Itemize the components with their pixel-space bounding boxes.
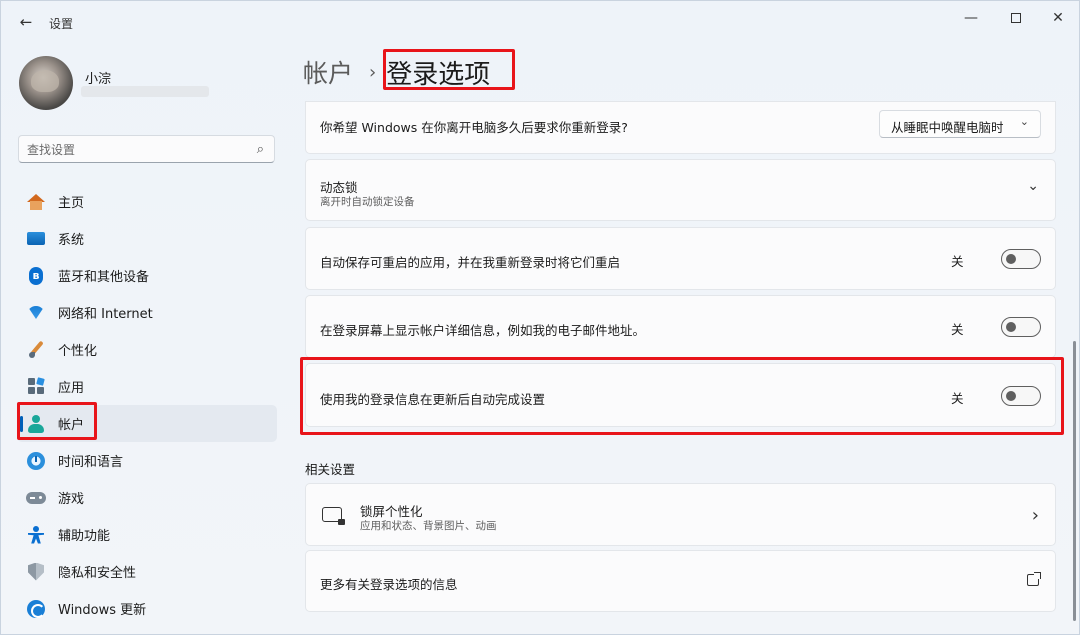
title-bar: ← 设置 — ✕ [1,1,1080,43]
gamepad-icon [26,488,46,508]
app-title: 设置 [49,17,74,31]
sidebar-item-system[interactable]: 系统 [17,220,277,257]
dynamic-lock-card[interactable]: 动态锁 离开时自动锁定设备 ⌄ [305,159,1056,221]
sidebar-item-label: 隐私和安全性 [58,566,137,581]
use-signin-info-toggle-group: 关 [951,386,1041,406]
system-icon [26,229,46,249]
maximize-icon[interactable] [996,7,1036,29]
apps-icon [26,377,46,397]
scrollbar[interactable] [1073,341,1076,621]
maximize-box-glyph [1011,13,1021,23]
update-icon [26,599,46,619]
chevron-down-icon[interactable]: ⌄ [1027,178,1039,194]
wifi-icon [26,303,46,323]
auto-save-apps-title: 自动保存可重启的应用，并在我重新登录时将它们重启 [320,255,621,270]
external-link-icon[interactable] [1027,572,1041,586]
user-name: 小淙 [85,72,112,87]
bluetooth-icon: ʙ [26,266,46,286]
use-signin-info-card: 使用我的登录信息在更新后自动完成设置 关 [305,363,1056,427]
shield-icon [26,562,46,582]
sidebar-item-label: 游戏 [58,492,85,507]
chevron-right-icon[interactable]: › [1032,505,1039,526]
lock-screen-icon [322,507,345,525]
sidebar-item-label: 辅助功能 [58,529,111,544]
use-signin-info-title: 使用我的登录信息在更新后自动完成设置 [320,392,546,407]
dynamic-lock-subtitle: 离开时自动锁定设备 [320,196,415,208]
show-account-details-toggle-group: 关 [951,317,1041,337]
toggle-state-label: 关 [951,254,964,269]
toggle-knob [1006,322,1016,332]
sidebar-item-accounts[interactable]: 帐户 [17,405,277,442]
sidebar-item-label: 系统 [58,233,85,248]
settings-window: ← 设置 — ✕ 小淙 ⌕ 主页 系统 ʙ 蓝牙和其他设备 网络和 Intern… [0,0,1080,635]
sidebar-item-apps[interactable]: 应用 [17,368,277,405]
avatar[interactable] [19,56,73,110]
sidebar-item-label: 网络和 Internet [58,307,153,322]
home-icon [26,192,46,212]
breadcrumb: 帐户 › 登录选项 [303,54,491,90]
lock-screen-card[interactable]: 锁屏个性化 应用和状态、背景图片、动画 › [305,483,1056,546]
show-account-details-toggle[interactable] [1001,317,1041,337]
sidebar-item-privacy[interactable]: 隐私和安全性 [17,553,277,590]
dropdown-value: 从睡眠中唤醒电脑时 [891,120,1004,135]
toggle-state-label: 关 [951,391,964,406]
require-signin-title: 你希望 Windows 在你离开电脑多久后要求你重新登录? [320,120,628,135]
sidebar-item-accessibility[interactable]: 辅助功能 [17,516,277,553]
sidebar-item-gaming[interactable]: 游戏 [17,479,277,516]
auto-save-apps-toggle[interactable] [1001,249,1041,269]
breadcrumb-separator: › [369,61,377,83]
show-account-details-card: 在登录屏幕上显示帐户详细信息，例如我的电子邮件地址。 关 [305,295,1056,358]
minimize-icon[interactable]: — [951,7,991,29]
lock-screen-subtitle: 应用和状态、背景图片、动画 [360,520,497,532]
auto-save-apps-toggle-group: 关 [951,249,1041,269]
clock-globe-icon [26,451,46,471]
related-settings-heading: 相关设置 [305,462,356,477]
brush-icon [26,340,46,360]
more-info-card[interactable]: 更多有关登录选项的信息 [305,550,1056,612]
sidebar-item-home[interactable]: 主页 [17,183,277,220]
sidebar-item-time-language[interactable]: 时间和语言 [17,442,277,479]
sidebar-item-bluetooth[interactable]: ʙ 蓝牙和其他设备 [17,257,277,294]
sidebar-item-label: 个性化 [58,344,98,359]
back-arrow-icon[interactable]: ← [15,11,37,33]
close-icon[interactable]: ✕ [1038,7,1078,29]
auto-save-apps-card: 自动保存可重启的应用，并在我重新登录时将它们重启 关 [305,227,1056,290]
active-indicator [20,416,23,432]
toggle-knob [1006,391,1016,401]
sidebar-item-label: 应用 [58,381,85,396]
account-icon [26,414,46,434]
sidebar-item-personalization[interactable]: 个性化 [17,331,277,368]
sidebar-item-label: 主页 [58,196,85,211]
require-signin-card: 你希望 Windows 在你离开电脑多久后要求你重新登录? 从睡眠中唤醒电脑时 … [305,101,1056,154]
show-account-details-title: 在登录屏幕上显示帐户详细信息，例如我的电子邮件地址。 [320,323,646,338]
search-icon[interactable]: ⌕ [257,142,264,157]
user-email-redacted [81,86,209,97]
sidebar-item-network[interactable]: 网络和 Internet [17,294,277,331]
page-title: 登录选项 [386,59,491,90]
more-info-link[interactable]: 更多有关登录选项的信息 [320,574,458,593]
toggle-state-label: 关 [951,322,964,337]
accessibility-icon [26,525,46,545]
chevron-down-icon: ⌄ [1019,115,1029,128]
sidebar-item-label: Windows 更新 [58,603,147,618]
search-input[interactable] [27,141,247,159]
sidebar-item-label: 帐户 [58,418,85,433]
use-signin-info-toggle[interactable] [1001,386,1041,406]
sidebar-item-label: 时间和语言 [58,455,124,470]
search-box[interactable]: ⌕ [18,135,275,163]
sidebar-item-label: 蓝牙和其他设备 [58,270,150,285]
sidebar-item-windows-update[interactable]: Windows 更新 [17,590,277,627]
require-signin-dropdown[interactable]: 从睡眠中唤醒电脑时 ⌄ [879,110,1041,138]
sidebar-nav: 主页 系统 ʙ 蓝牙和其他设备 网络和 Internet 个性化 应用 帐户 时… [17,183,277,627]
breadcrumb-parent[interactable]: 帐户 [303,54,353,90]
toggle-knob [1006,254,1016,264]
